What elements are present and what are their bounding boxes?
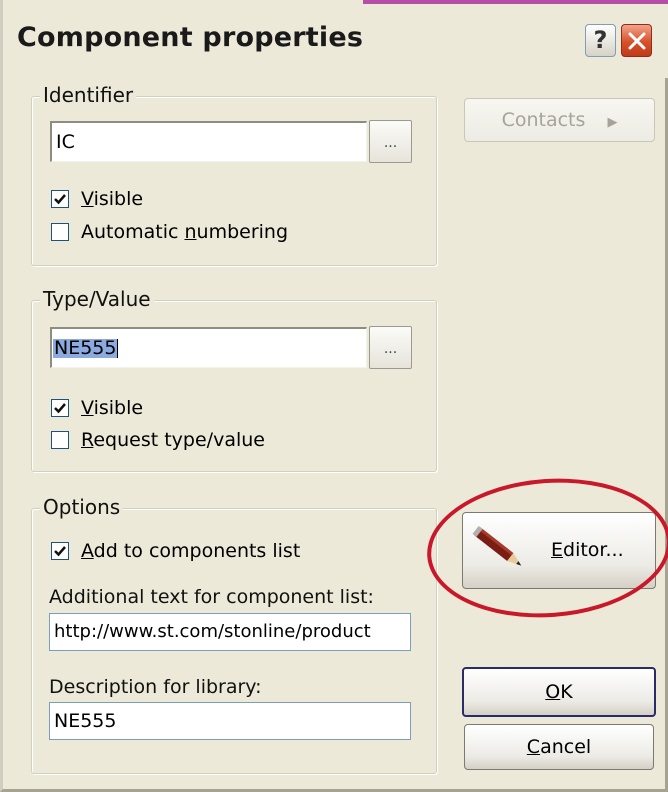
checkbox-box[interactable] — [51, 399, 69, 417]
identifier-legend: Identifier — [40, 83, 137, 107]
close-icon — [628, 32, 646, 50]
window-edge-accent — [363, 0, 668, 4]
options-legend: Options — [40, 495, 124, 519]
help-icon: ? — [593, 26, 608, 54]
type-value-selected-text: NE555 — [53, 336, 119, 359]
editor-label: Editor... — [551, 539, 624, 561]
ok-button[interactable]: OK — [462, 667, 656, 717]
checkbox-box[interactable] — [51, 431, 69, 449]
type-value-visible-checkbox[interactable]: Visible — [51, 397, 143, 419]
check-mark-icon — [54, 194, 66, 205]
identifier-visible-checkbox[interactable]: Visible — [51, 188, 143, 210]
type-value-legend: Type/Value — [40, 287, 154, 311]
check-mark-icon — [54, 403, 66, 414]
checkbox-box[interactable] — [51, 223, 69, 241]
description-label: Description for library: — [49, 676, 262, 698]
identifier-browse-button[interactable]: ... — [369, 120, 412, 163]
check-mark-icon — [54, 546, 66, 557]
automatic-numbering-label: Automatic numbering — [81, 221, 289, 243]
identifier-input[interactable]: IC — [50, 121, 367, 162]
arrow-right-icon: ▶ — [607, 115, 618, 130]
editor-button[interactable]: Editor... — [462, 512, 656, 589]
dialog-title: Component properties — [17, 22, 364, 53]
type-value-visible-label: Visible — [81, 397, 144, 419]
type-value-input[interactable]: NE555 — [50, 327, 367, 368]
description-value: NE555 — [54, 709, 117, 732]
description-input[interactable]: NE555 — [49, 702, 411, 740]
contacts-button[interactable]: Contacts ▶ — [464, 98, 655, 142]
checkbox-box[interactable] — [51, 190, 69, 208]
cancel-button[interactable]: Cancel — [464, 724, 654, 770]
ok-label: OK — [545, 681, 573, 703]
contacts-label: Contacts — [501, 109, 586, 131]
automatic-numbering-checkbox[interactable]: Automatic numbering — [51, 221, 288, 243]
pencil-icon — [472, 525, 522, 566]
identifier-value: IC — [56, 130, 75, 153]
identifier-visible-label: Visible — [81, 188, 144, 210]
type-value-browse-button[interactable]: ... — [369, 326, 412, 369]
request-type-value-label: Request type/value — [81, 429, 265, 451]
add-to-components-list-label: Add to components list — [81, 540, 301, 562]
add-to-components-list-checkbox[interactable]: Add to components list — [51, 540, 300, 562]
help-button[interactable]: ? — [585, 24, 616, 57]
cancel-label: Cancel — [526, 736, 592, 758]
additional-text-value: http://www.st.com/stonline/product — [54, 621, 371, 642]
close-button[interactable] — [621, 24, 652, 57]
checkbox-box[interactable] — [51, 542, 69, 560]
additional-text-input[interactable]: http://www.st.com/stonline/product — [49, 613, 411, 651]
request-type-value-checkbox[interactable]: Request type/value — [51, 429, 265, 451]
title-bar[interactable]: Component properties ? — [3, 0, 668, 78]
component-properties-dialog: Component properties ? Identifier IC ...… — [0, 0, 668, 792]
additional-text-label: Additional text for component list: — [49, 586, 374, 608]
